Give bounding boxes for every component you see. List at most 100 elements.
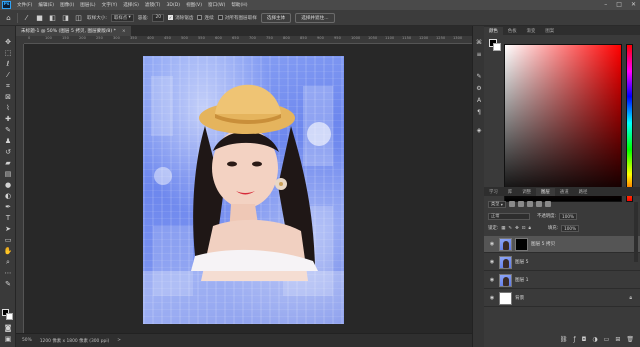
tab-gradients[interactable]: 渐变 [522,27,541,35]
filter-type-icon[interactable] [526,201,533,207]
hue-slider[interactable] [626,44,633,202]
visibility-eye-icon[interactable]: ◉ [488,295,496,301]
select-and-mask-button[interactable]: 选择并遮住... [295,12,335,23]
eyedropper-tool-icon[interactable]: ⌇ [3,104,13,113]
maximize-button[interactable]: □ [616,1,622,8]
all-layers-option[interactable]: 对所有图层取样 [217,15,257,21]
fx-icon[interactable]: ƒ [574,336,576,343]
lock-paint-icon[interactable]: ✎ [508,226,512,231]
properties-panel-icon[interactable]: ≡ [475,50,483,58]
tab-patterns[interactable]: 图案 [540,27,559,35]
subtract-selection-icon[interactable]: ◨ [61,13,70,22]
contiguous-option[interactable]: 连续 [197,15,214,21]
tab-layers[interactable]: 图层 [536,188,555,196]
layer-name[interactable]: 图层 1 [515,277,529,283]
intersect-selection-icon[interactable]: ◫ [74,13,83,22]
visibility-eye-icon[interactable]: ◉ [488,241,496,247]
layer-name[interactable]: 图层 5 [515,259,529,265]
antialias-option[interactable]: ✓ 消除锯齿 [168,15,193,21]
frame-tool-icon[interactable]: ⊠ [3,93,13,102]
sample-size-select[interactable]: 取样点 ▾ [110,13,134,22]
trash-icon[interactable]: 🗑︎ [626,336,634,343]
tab-channels[interactable]: 通道 [555,188,574,196]
adjustment-icon[interactable]: ◑ [592,336,597,343]
shape-tool-icon[interactable]: ▭ [3,236,13,245]
layers-scrollbar[interactable] [634,202,638,262]
layer-mask-thumbnail[interactable] [515,237,528,251]
layer-row[interactable]: ◉ 图层 5 [484,254,640,271]
brush-tool-icon[interactable]: ✎ [3,126,13,135]
canvas-area[interactable] [24,44,472,333]
link-icon[interactable]: ⛓ [560,336,568,343]
menu-type[interactable]: 文字(Y) [99,2,121,8]
contiguous-checkbox[interactable] [197,15,203,20]
marquee-tool-icon[interactable]: ⬚ [3,49,13,58]
adjust-panel-icon[interactable]: ⚙ [475,84,483,92]
path-selection-tool-icon[interactable]: ➤ [3,225,13,234]
magic-wand-tool-icon[interactable]: ⁄ [3,71,13,80]
type-panel-icon[interactable]: A [475,96,483,104]
paragraph-panel-icon[interactable]: ¶ [475,108,483,116]
tolerance-input[interactable]: 20 [152,13,165,22]
close-button[interactable]: ✕ [631,1,636,8]
blur-tool-icon[interactable]: ● [3,181,13,190]
history-panel-icon[interactable]: ⌘ [475,38,483,46]
zoom-tool-icon[interactable]: ⌕ [3,258,13,267]
menu-3d[interactable]: 3D(D) [163,3,183,8]
menu-image[interactable]: 图像(I) [57,2,77,8]
eraser-tool-icon[interactable]: ▰ [3,159,13,168]
history-brush-tool-icon[interactable]: ↺ [3,148,13,157]
move-tool-icon[interactable]: ✥ [3,38,13,47]
healing-brush-tool-icon[interactable]: ✚ [3,115,13,124]
tab-swatches[interactable]: 色板 [503,27,522,35]
menu-file[interactable]: 文件(F) [14,2,35,8]
screen-mode-icon[interactable]: ▣ [3,335,13,344]
menu-view[interactable]: 视图(V) [183,2,205,8]
tab-learn[interactable]: 学习 [484,188,503,196]
color-saturation-field[interactable] [504,44,622,202]
opacity-input[interactable]: 100% [559,212,578,220]
filter-smart-icon[interactable] [544,201,551,207]
layer-name[interactable]: 图层 5 拷贝 [531,241,555,247]
layer-filter-select[interactable]: 类型 ▾ [488,200,506,208]
menu-select[interactable]: 选择(S) [120,2,142,8]
tab-color[interactable]: 颜色 [484,27,503,35]
fill-input[interactable]: 100% [561,224,580,232]
group-icon[interactable]: ▭ [604,336,610,343]
menu-help[interactable]: 帮助(H) [228,2,250,8]
menu-window[interactable]: 窗口(W) [205,2,228,8]
filter-pixel-icon[interactable] [508,201,515,207]
filter-shape-icon[interactable] [535,201,542,207]
lock-artboard-icon[interactable]: ⊡ [522,226,526,231]
layer-row[interactable]: ◉ 图层 1 [484,272,640,289]
menu-edit[interactable]: 编辑(E) [35,2,57,8]
pen-tool-icon[interactable]: ✒ [3,203,13,212]
menu-filter[interactable]: 滤镜(T) [142,2,164,8]
crop-tool-icon[interactable]: ⌗ [3,82,13,91]
add-selection-icon[interactable]: ◧ [48,13,57,22]
brush-panel-icon[interactable]: ✎ [475,72,483,80]
layer-name[interactable]: 背景 [515,295,524,301]
tab-adjustments[interactable]: 调整 [517,188,536,196]
quick-mask-icon[interactable]: ◙ [3,324,13,333]
more-tools-icon[interactable]: ⋯ [3,269,13,278]
lock-all-icon[interactable]: 🔒︎ [528,225,530,231]
minimize-button[interactable]: – [604,1,607,8]
dodge-tool-icon[interactable]: ◐ [3,192,13,201]
all-layers-checkbox[interactable] [217,15,223,20]
lock-pixels-icon[interactable]: ▦ [501,226,505,231]
layer-row[interactable]: ◉ 背景 🔒︎ [484,290,640,307]
3d-panel-icon[interactable]: ◈ [475,126,483,134]
type-tool-icon[interactable]: T [3,214,13,223]
home-icon[interactable]: ⌂ [4,13,13,22]
document-tab[interactable]: 未标题-1 @ 50% (图层 5 拷贝, 图层蒙版/8) * × [16,26,131,36]
magic-wand-icon[interactable]: ⁄ [22,13,31,22]
layer-row[interactable]: ◉ 图层 5 拷贝 [484,236,640,253]
status-arrow-icon[interactable]: > [117,338,121,343]
select-subject-button[interactable]: 选择主体 [260,12,292,23]
blend-mode-select[interactable]: 正常 [488,212,530,220]
mask-icon[interactable]: ◘ [582,336,587,343]
new-selection-icon[interactable]: ■ [35,13,44,22]
antialias-checkbox[interactable]: ✓ [168,15,174,20]
zoom-level[interactable]: 50% [22,338,32,343]
